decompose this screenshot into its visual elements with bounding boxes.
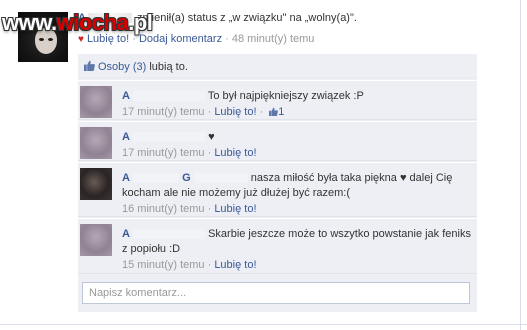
commenter-avatar[interactable] [80, 168, 112, 200]
story-status-text: zmienił(a) status z „w związku" na „woln… [137, 12, 357, 24]
comment-like-button[interactable]: Lubię to! [214, 203, 256, 215]
commenter-avatar[interactable] [80, 127, 112, 159]
comment-item: A G nasza miłość była taka piękna ♥ dale… [78, 162, 477, 217]
comment-like-button[interactable]: Lubię to! [214, 106, 256, 118]
comment-text: ♥ [208, 131, 215, 143]
comment-timestamp[interactable]: 17 minut(y) temu [122, 147, 205, 159]
commenter-avatar[interactable] [80, 224, 112, 256]
page-border [0, 324, 527, 325]
blurred-name [133, 132, 206, 143]
blurred-name [133, 173, 180, 184]
comment-text: To był najpiękniejszy związek :P [207, 90, 364, 102]
feedback-panel: Osoby (3) lubią to. A To był najpiękniej… [78, 54, 477, 312]
comment-author-link[interactable]: A [122, 228, 130, 240]
comment-like-button[interactable]: Lubię to! [214, 147, 256, 159]
comment-timestamp[interactable]: 15 minut(y) temu [122, 259, 205, 271]
likes-text: lubią to. [149, 61, 188, 73]
page-border [520, 0, 521, 330]
likers-link[interactable]: Osoby (3) [98, 61, 146, 73]
comment-author-link[interactable]: A [122, 90, 130, 102]
comment-like-button[interactable]: Lubię to! [214, 259, 256, 271]
comment-author-link[interactable]: A [122, 131, 130, 143]
watermark-logo: www.wiocha.pl [2, 10, 153, 35]
thumbs-up-icon [269, 107, 279, 116]
story-timestamp[interactable]: 48 minut(y) temu [232, 33, 315, 45]
blurred-name [133, 91, 206, 102]
likes-summary: Osoby (3) lubią to. [78, 54, 477, 78]
comment-timestamp[interactable]: 17 minut(y) temu [122, 106, 205, 118]
comment-item: A Skarbie jeszcze może to wszytko powsta… [78, 218, 477, 274]
commenter-avatar[interactable] [80, 86, 112, 118]
comment-like-count[interactable]: 1 [278, 106, 284, 118]
thumbs-up-icon [84, 60, 95, 71]
comment-input[interactable]: Napisz komentarz... [82, 282, 470, 304]
blurred-name [133, 229, 206, 240]
comment-item: A To był najpiękniejszy związek :P 17 mi… [78, 80, 477, 120]
comment-item: A ♥ 17 minut(y) temu · Lubię to! [78, 121, 477, 161]
comment-author-link[interactable]: G [182, 172, 191, 184]
comment-timestamp[interactable]: 16 minut(y) temu [122, 203, 205, 215]
separator: · [225, 33, 229, 45]
blurred-name [193, 173, 248, 184]
comment-author-link[interactable]: A [122, 172, 130, 184]
